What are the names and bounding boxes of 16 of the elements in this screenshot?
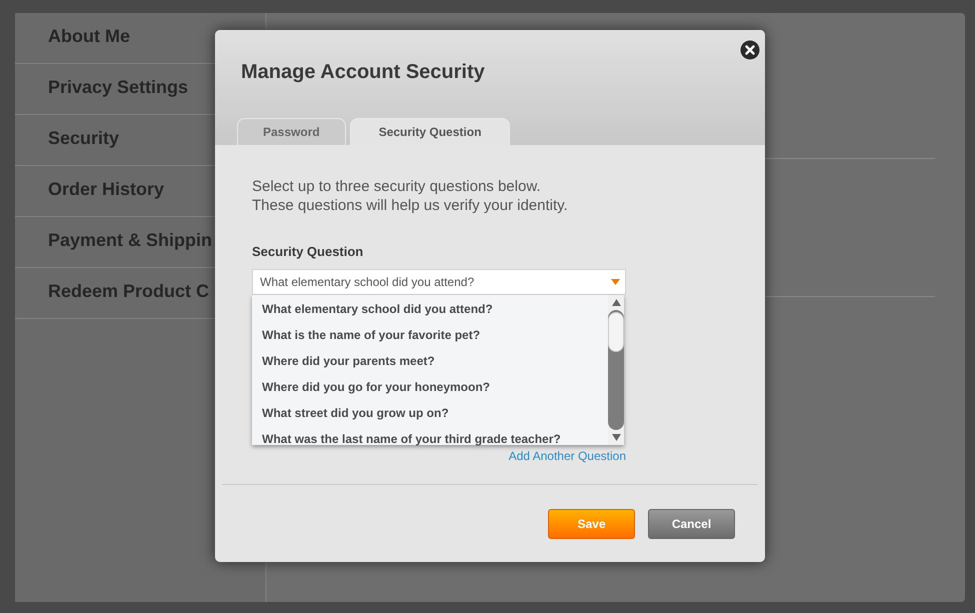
tab[interactable]: Password bbox=[237, 118, 346, 145]
tab[interactable]: Security Question bbox=[350, 118, 510, 145]
dropdown-option[interactable]: What street did you grow up on? bbox=[262, 400, 608, 426]
security-question-dropdown[interactable]: What elementary school did you attend? bbox=[252, 269, 626, 295]
dropdown-option[interactable]: Where did your parents meet? bbox=[262, 348, 608, 374]
dropdown-option[interactable]: What is the name of your favorite pet? bbox=[262, 322, 608, 348]
scrollbar[interactable] bbox=[608, 295, 624, 445]
caret-icon bbox=[611, 279, 620, 285]
add-question-link[interactable]: Add Another Question bbox=[252, 449, 626, 463]
save-button[interactable]: Save bbox=[548, 508, 635, 538]
cancel-button[interactable]: Cancel bbox=[648, 508, 735, 538]
scroll-up-icon[interactable] bbox=[612, 299, 620, 306]
dropdown-option[interactable]: Where did you go for your honeymoon? bbox=[262, 374, 608, 400]
scroll-down-icon[interactable] bbox=[612, 434, 620, 441]
dropdown-option[interactable]: What was the last name of your third grade teacher? bbox=[262, 426, 608, 452]
dropdown-option[interactable]: What elementary school did you attend? bbox=[262, 296, 608, 322]
